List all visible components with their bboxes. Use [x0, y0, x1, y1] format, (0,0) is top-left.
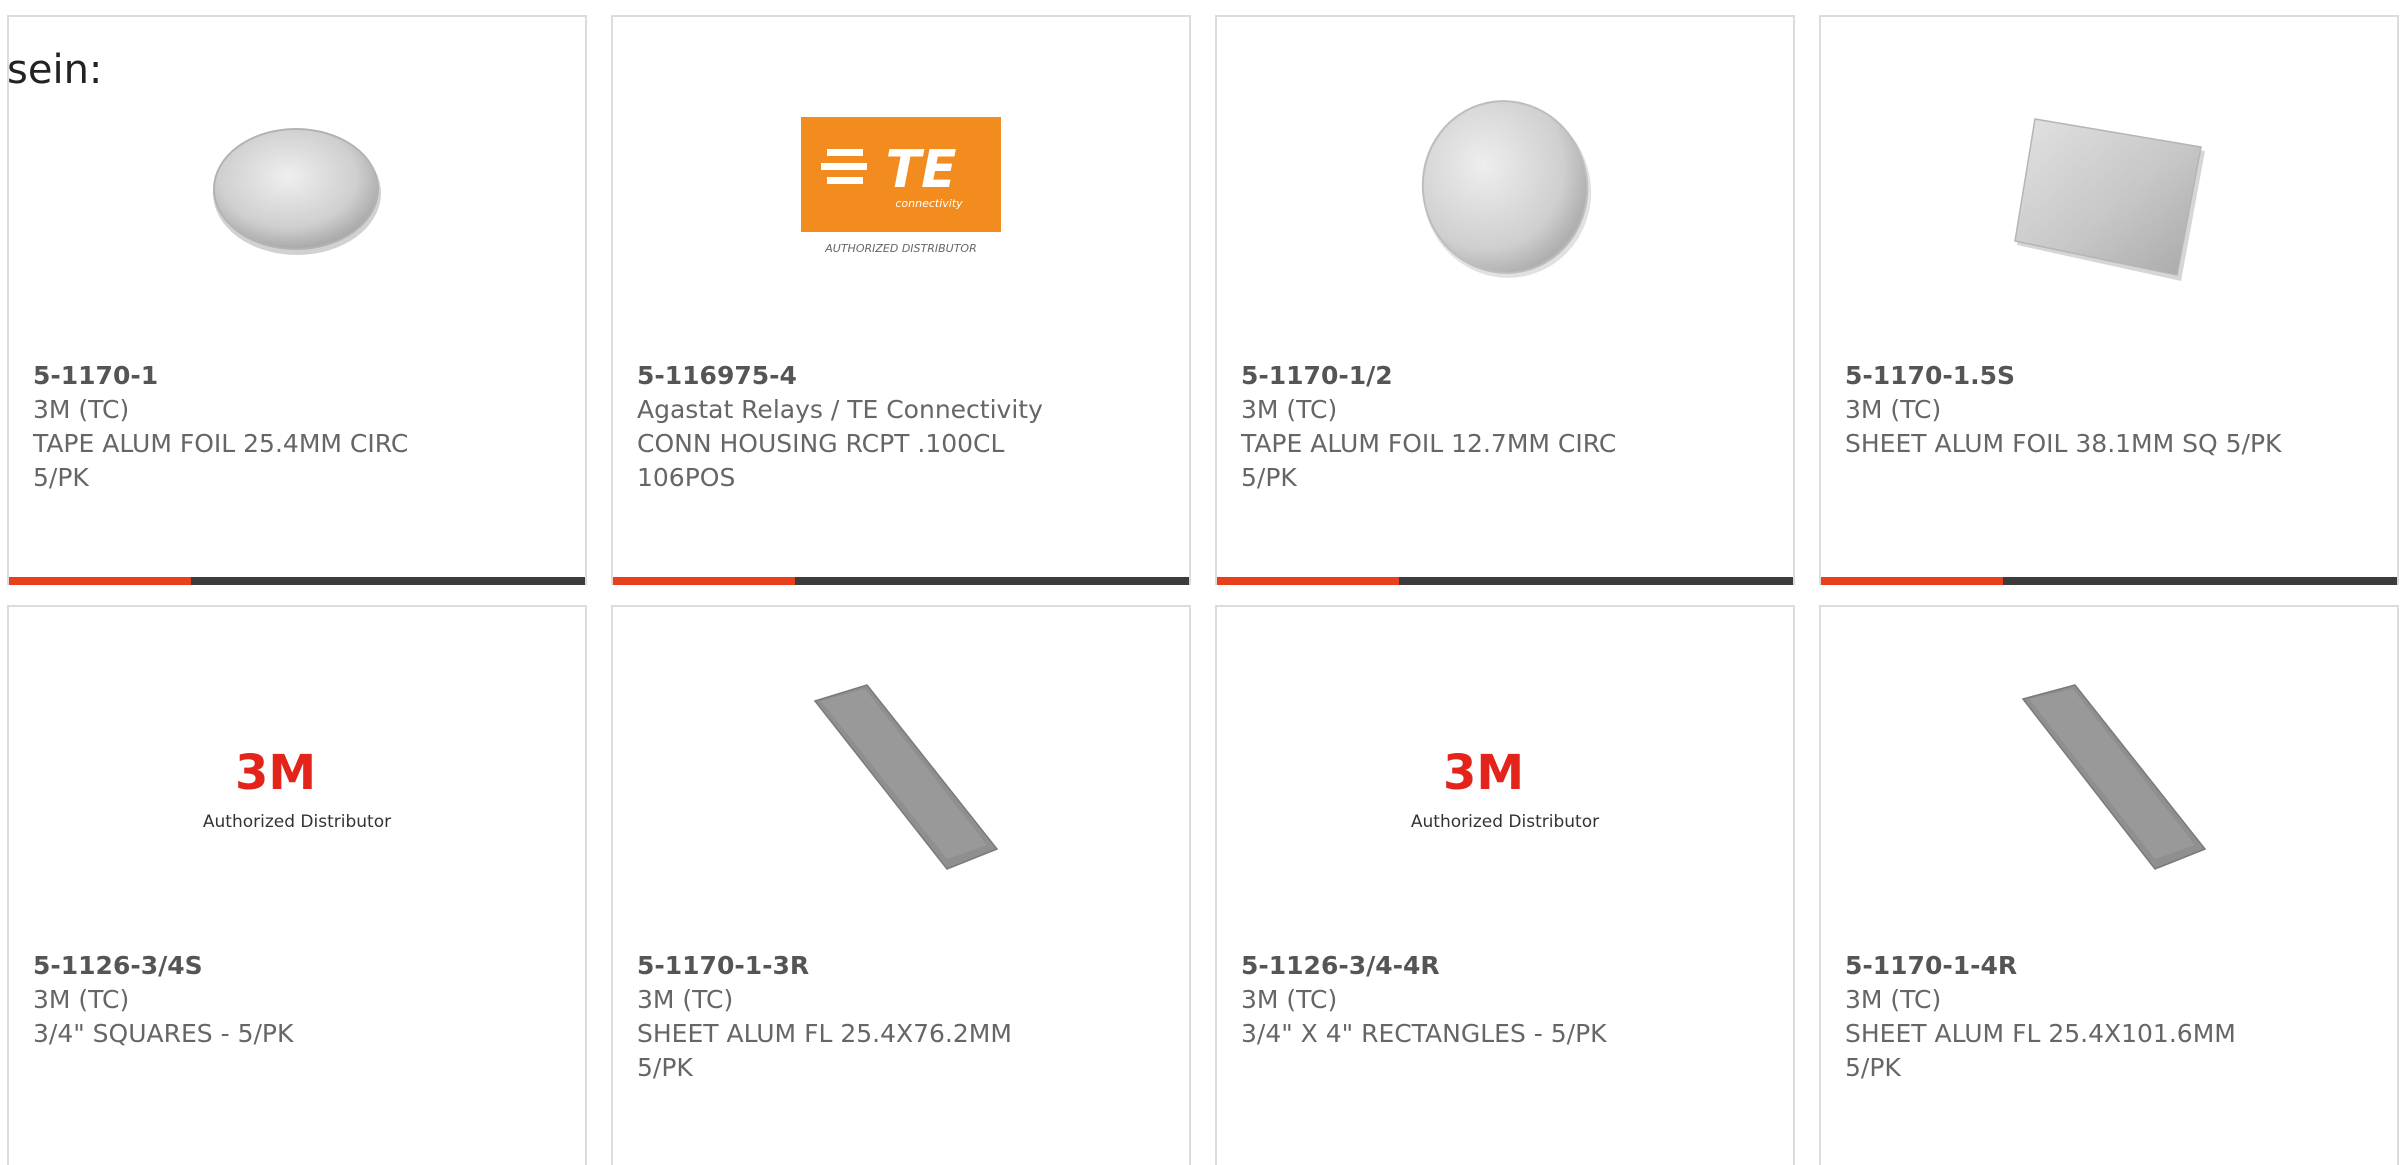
product-card[interactable]: 5-1170-1/2 3M (TC) TAPE ALUM FOIL 12.7MM…: [1215, 15, 1795, 585]
card-bottom-bar: [9, 577, 585, 585]
part-number-link[interactable]: 5-1126-3/4S: [33, 949, 453, 983]
description: TAPE ALUM FOIL 25.4MM CIRC 5/PK: [33, 429, 409, 492]
product-card[interactable]: 5-1170-1 3M (TC) TAPE ALUM FOIL 25.4MM C…: [7, 15, 587, 585]
3m-logo-word: 3M: [235, 745, 316, 801]
te-connectivity-logo[interactable]: TE connectivity AUTHORIZED DISTRIBUTOR: [801, 89, 1001, 289]
description: 3/4" SQUARES - 5/PK: [33, 1019, 294, 1048]
card-accent-bar: [9, 577, 191, 585]
manufacturer: 3M (TC): [33, 395, 130, 424]
part-number-link[interactable]: 5-116975-4: [637, 359, 1057, 393]
te-logo-subword: connectivity: [895, 197, 963, 210]
product-card[interactable]: TE connectivity AUTHORIZED DISTRIBUTOR 5…: [611, 15, 1191, 585]
card-accent-bar: [1217, 577, 1399, 585]
card-bottom-bar: [1821, 577, 2397, 585]
product-card[interactable]: 5-1170-1-3R 3M (TC) SHEET ALUM FL 25.4X7…: [611, 605, 1191, 1165]
card-bottom-bar: [613, 577, 1189, 585]
description: 3/4" X 4" RECTANGLES - 5/PK: [1241, 1019, 1607, 1048]
te-logo-caption: AUTHORIZED DISTRIBUTOR: [824, 242, 977, 255]
part-number-link[interactable]: 5-1126-3/4-4R: [1241, 949, 1761, 983]
description: SHEET ALUM FL 25.4X76.2MM 5/PK: [637, 1019, 1012, 1082]
part-number-link[interactable]: 5-1170-1/2: [1241, 359, 1661, 393]
part-number-link[interactable]: 5-1170-1: [33, 359, 453, 393]
3m-logo[interactable]: 3M Authorized Distributor: [197, 679, 397, 879]
3m-logo-word: 3M: [1443, 745, 1524, 801]
product-image[interactable]: [197, 89, 397, 289]
card-bottom-bar: [1217, 577, 1793, 585]
product-card[interactable]: 5-1170-1.5S 3M (TC) SHEET ALUM FOIL 38.1…: [1819, 15, 2399, 585]
manufacturer: 3M (TC): [33, 985, 130, 1014]
3m-logo-caption: Authorized Distributor: [203, 812, 391, 832]
manufacturer: Agastat Relays / TE Connectivity: [637, 395, 1043, 424]
description: SHEET ALUM FL 25.4X101.6MM 5/PK: [1845, 1019, 2236, 1082]
3m-logo-caption: Authorized Distributor: [1411, 812, 1599, 832]
manufacturer: 3M (TC): [1241, 395, 1338, 424]
section-heading: sein:: [7, 47, 103, 93]
manufacturer: 3M (TC): [1845, 395, 1942, 424]
manufacturer: 3M (TC): [1241, 985, 1338, 1014]
product-image[interactable]: [801, 679, 1001, 879]
part-number-link[interactable]: 5-1170-1-4R: [1845, 949, 2265, 983]
manufacturer: 3M (TC): [637, 985, 734, 1014]
card-accent-bar: [613, 577, 795, 585]
description: CONN HOUSING RCPT .100CL 106POS: [637, 429, 1005, 492]
product-image[interactable]: [2009, 679, 2209, 879]
card-accent-bar: [1821, 577, 2003, 585]
product-image[interactable]: [1405, 89, 1605, 289]
description: SHEET ALUM FOIL 38.1MM SQ 5/PK: [1845, 429, 2282, 458]
manufacturer: 3M (TC): [1845, 985, 1942, 1014]
te-logo-word: TE: [886, 140, 957, 200]
product-image[interactable]: [2009, 89, 2209, 289]
product-card[interactable]: 5-1170-1-4R 3M (TC) SHEET ALUM FL 25.4X1…: [1819, 605, 2399, 1165]
part-number-link[interactable]: 5-1170-1-3R: [637, 949, 1057, 983]
product-card[interactable]: 3M Authorized Distributor 5-1126-3/4-4R …: [1215, 605, 1795, 1165]
part-number-link[interactable]: 5-1170-1.5S: [1845, 359, 2285, 393]
product-card[interactable]: 3M Authorized Distributor 5-1126-3/4S 3M…: [7, 605, 587, 1165]
description: TAPE ALUM FOIL 12.7MM CIRC 5/PK: [1241, 429, 1617, 492]
3m-logo[interactable]: 3M Authorized Distributor: [1405, 679, 1605, 879]
